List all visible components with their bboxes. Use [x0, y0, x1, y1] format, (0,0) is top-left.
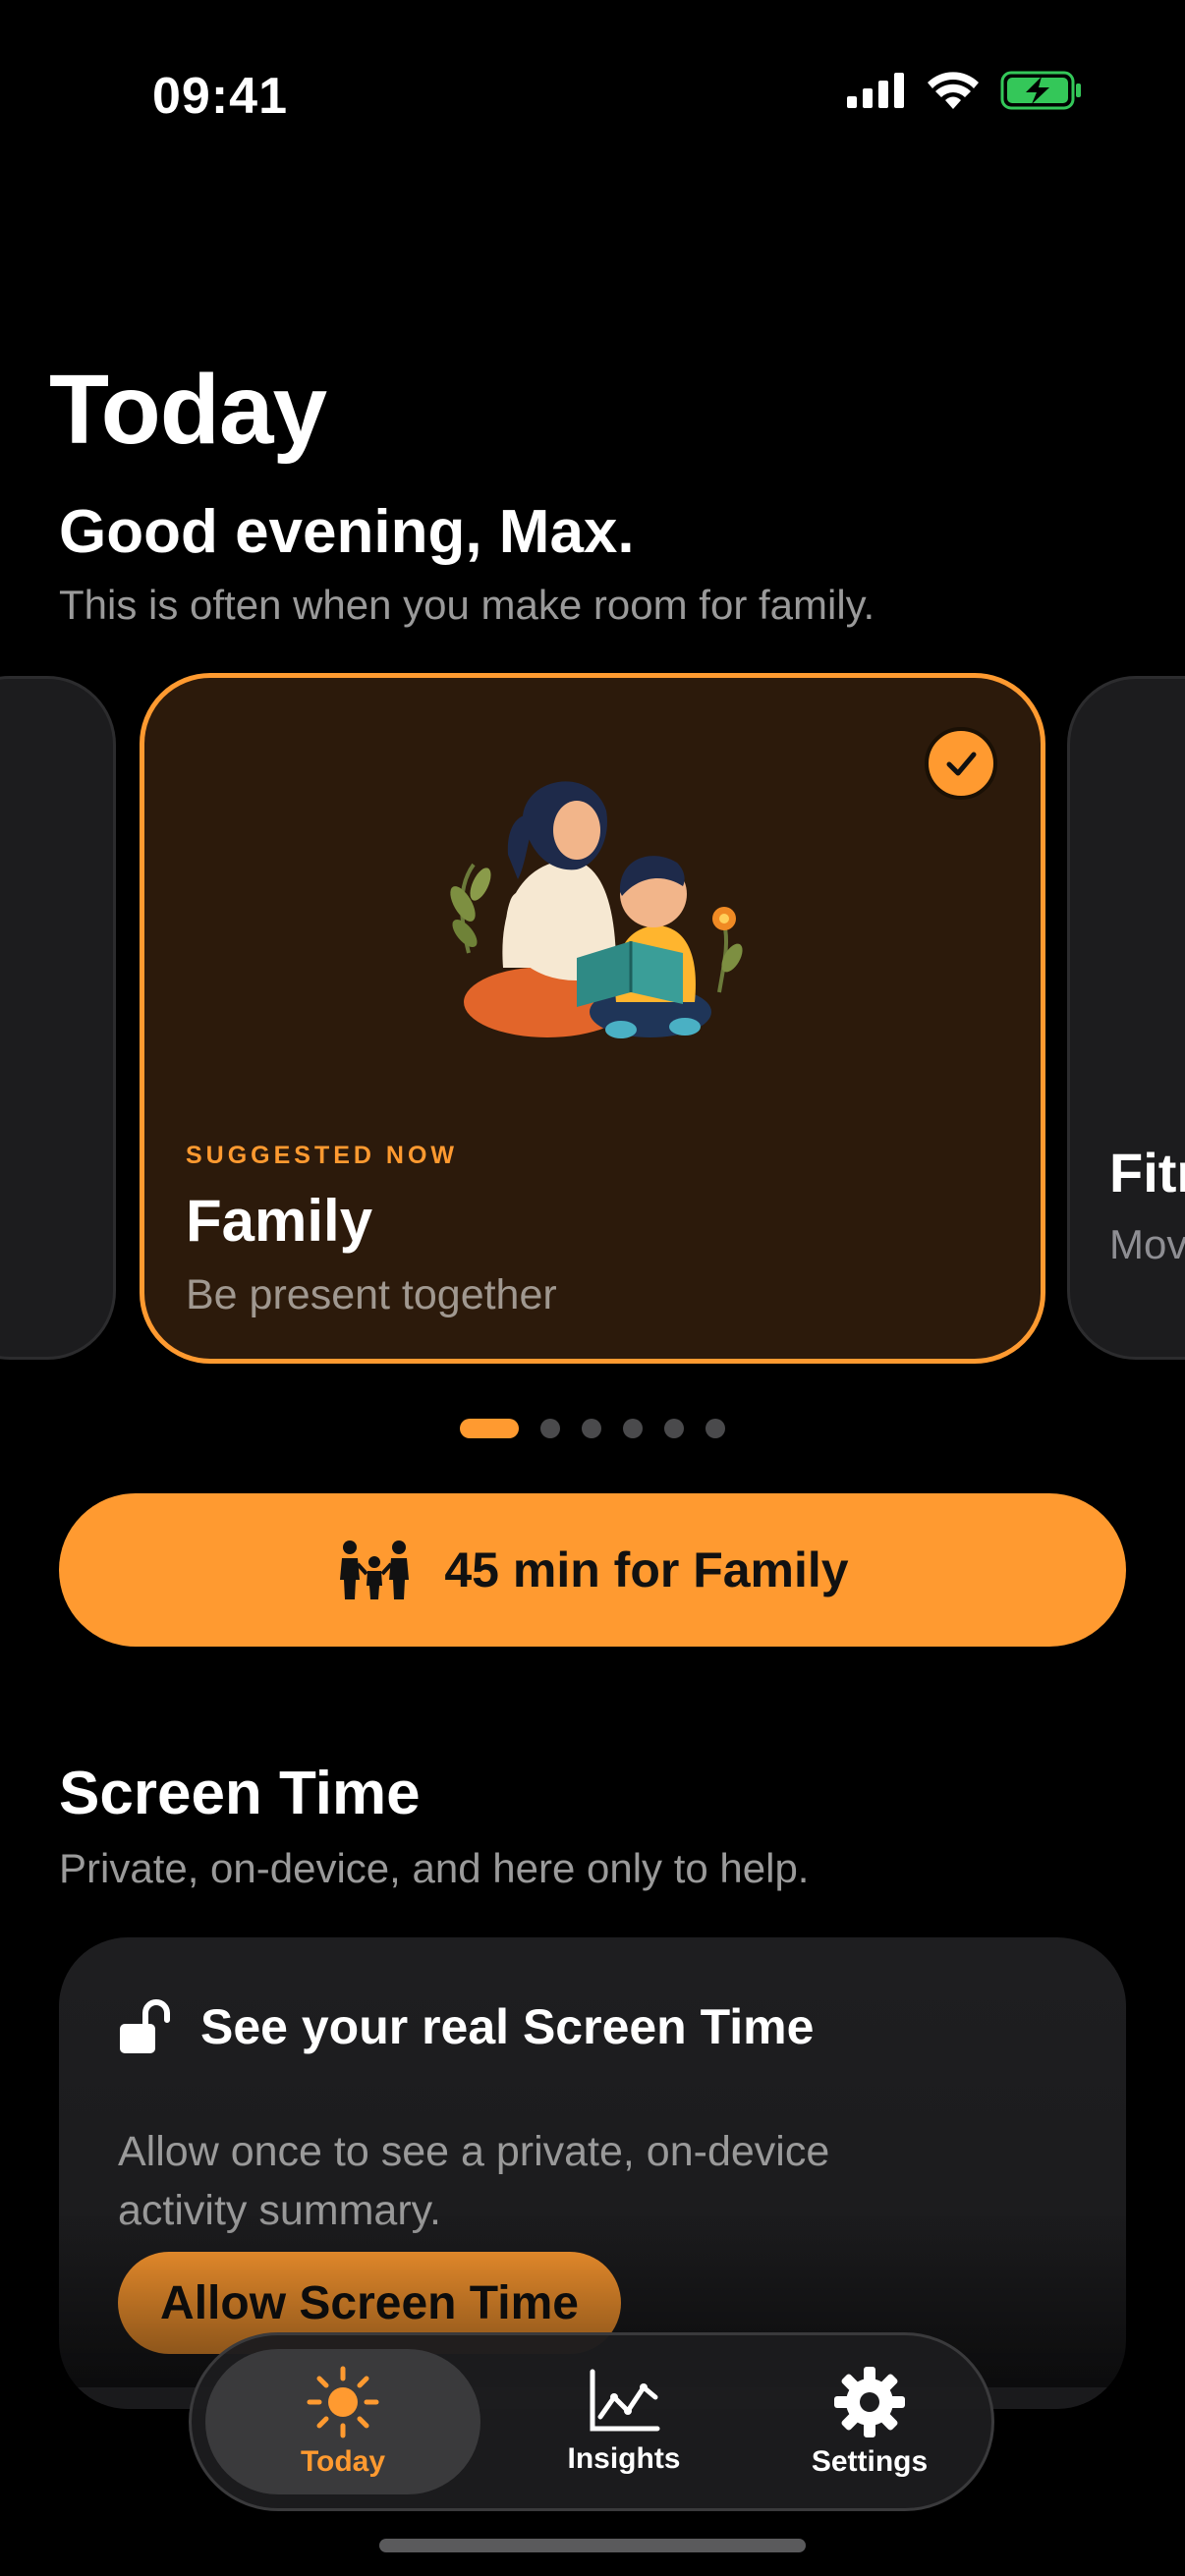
- tab-insights[interactable]: Insights: [506, 2349, 742, 2494]
- greeting-subtitle: This is often when you make room for fam…: [59, 582, 875, 628]
- wifi-icon: [928, 72, 979, 109]
- status-time: 09:41: [152, 68, 288, 125]
- lock-open-icon: [120, 1999, 170, 2053]
- status-icons: [847, 71, 1083, 110]
- tab-today-label: Today: [300, 2445, 386, 2478]
- gear-icon: [834, 2367, 905, 2437]
- next-card-title: Fitness: [1109, 1142, 1185, 1204]
- cta-label: 45 min for Family: [444, 1542, 849, 1597]
- cellular-signal-icon: [847, 73, 904, 108]
- next-activity-card[interactable]: Fitness Move: [1067, 676, 1185, 1360]
- start-family-time-button[interactable]: 45 min for Family: [59, 1493, 1126, 1647]
- page-dot[interactable]: [705, 1419, 725, 1438]
- card-kicker: SUGGESTED NOW: [186, 1142, 459, 1169]
- battery-charging-icon: [1000, 71, 1081, 110]
- selected-checkmark-icon: [925, 727, 997, 800]
- screen-time-card-header: See your real Screen Time: [118, 1998, 814, 2055]
- tab-bar: Today Insights Settings: [189, 2332, 994, 2511]
- chart-line-icon: [590, 2369, 660, 2432]
- page-title: Today: [49, 355, 327, 465]
- page-dot[interactable]: [460, 1419, 519, 1438]
- parent-reading-to-child-illustration: [450, 781, 743, 1038]
- page-dot[interactable]: [623, 1419, 643, 1438]
- screen-time-heading: Screen Time: [59, 1760, 421, 1827]
- page-indicator[interactable]: [460, 1419, 725, 1438]
- previous-activity-card[interactable]: [0, 676, 116, 1360]
- page-dot[interactable]: [582, 1419, 601, 1438]
- screen-time-card-title: See your real Screen Time: [200, 1999, 815, 2054]
- sun-icon: [307, 2366, 379, 2438]
- home-indicator[interactable]: [379, 2539, 806, 2552]
- today-screen: 09:41 Today Good evening, Max. This is o…: [0, 0, 1185, 2576]
- greeting-title: Good evening, Max.: [59, 498, 635, 566]
- next-card-subtitle: Move: [1109, 1221, 1185, 1267]
- family-activity-card[interactable]: SUGGESTED NOW Family Be present together: [140, 673, 1045, 1364]
- tab-settings-label: Settings: [811, 2445, 929, 2478]
- page-dot[interactable]: [540, 1419, 560, 1438]
- tab-today[interactable]: Today: [205, 2349, 480, 2494]
- tab-insights-label: Insights: [567, 2442, 681, 2475]
- page-dot[interactable]: [664, 1419, 684, 1438]
- card-subtitle: Be present together: [186, 1271, 557, 1318]
- screen-time-subtitle: Private, on-device, and here only to hel…: [59, 1845, 810, 1891]
- card-title: Family: [186, 1188, 373, 1254]
- screen-time-card-body: Allow once to see a private, on-device a…: [118, 2128, 830, 2234]
- family-icon: [340, 1540, 410, 1599]
- tab-settings[interactable]: Settings: [752, 2349, 988, 2494]
